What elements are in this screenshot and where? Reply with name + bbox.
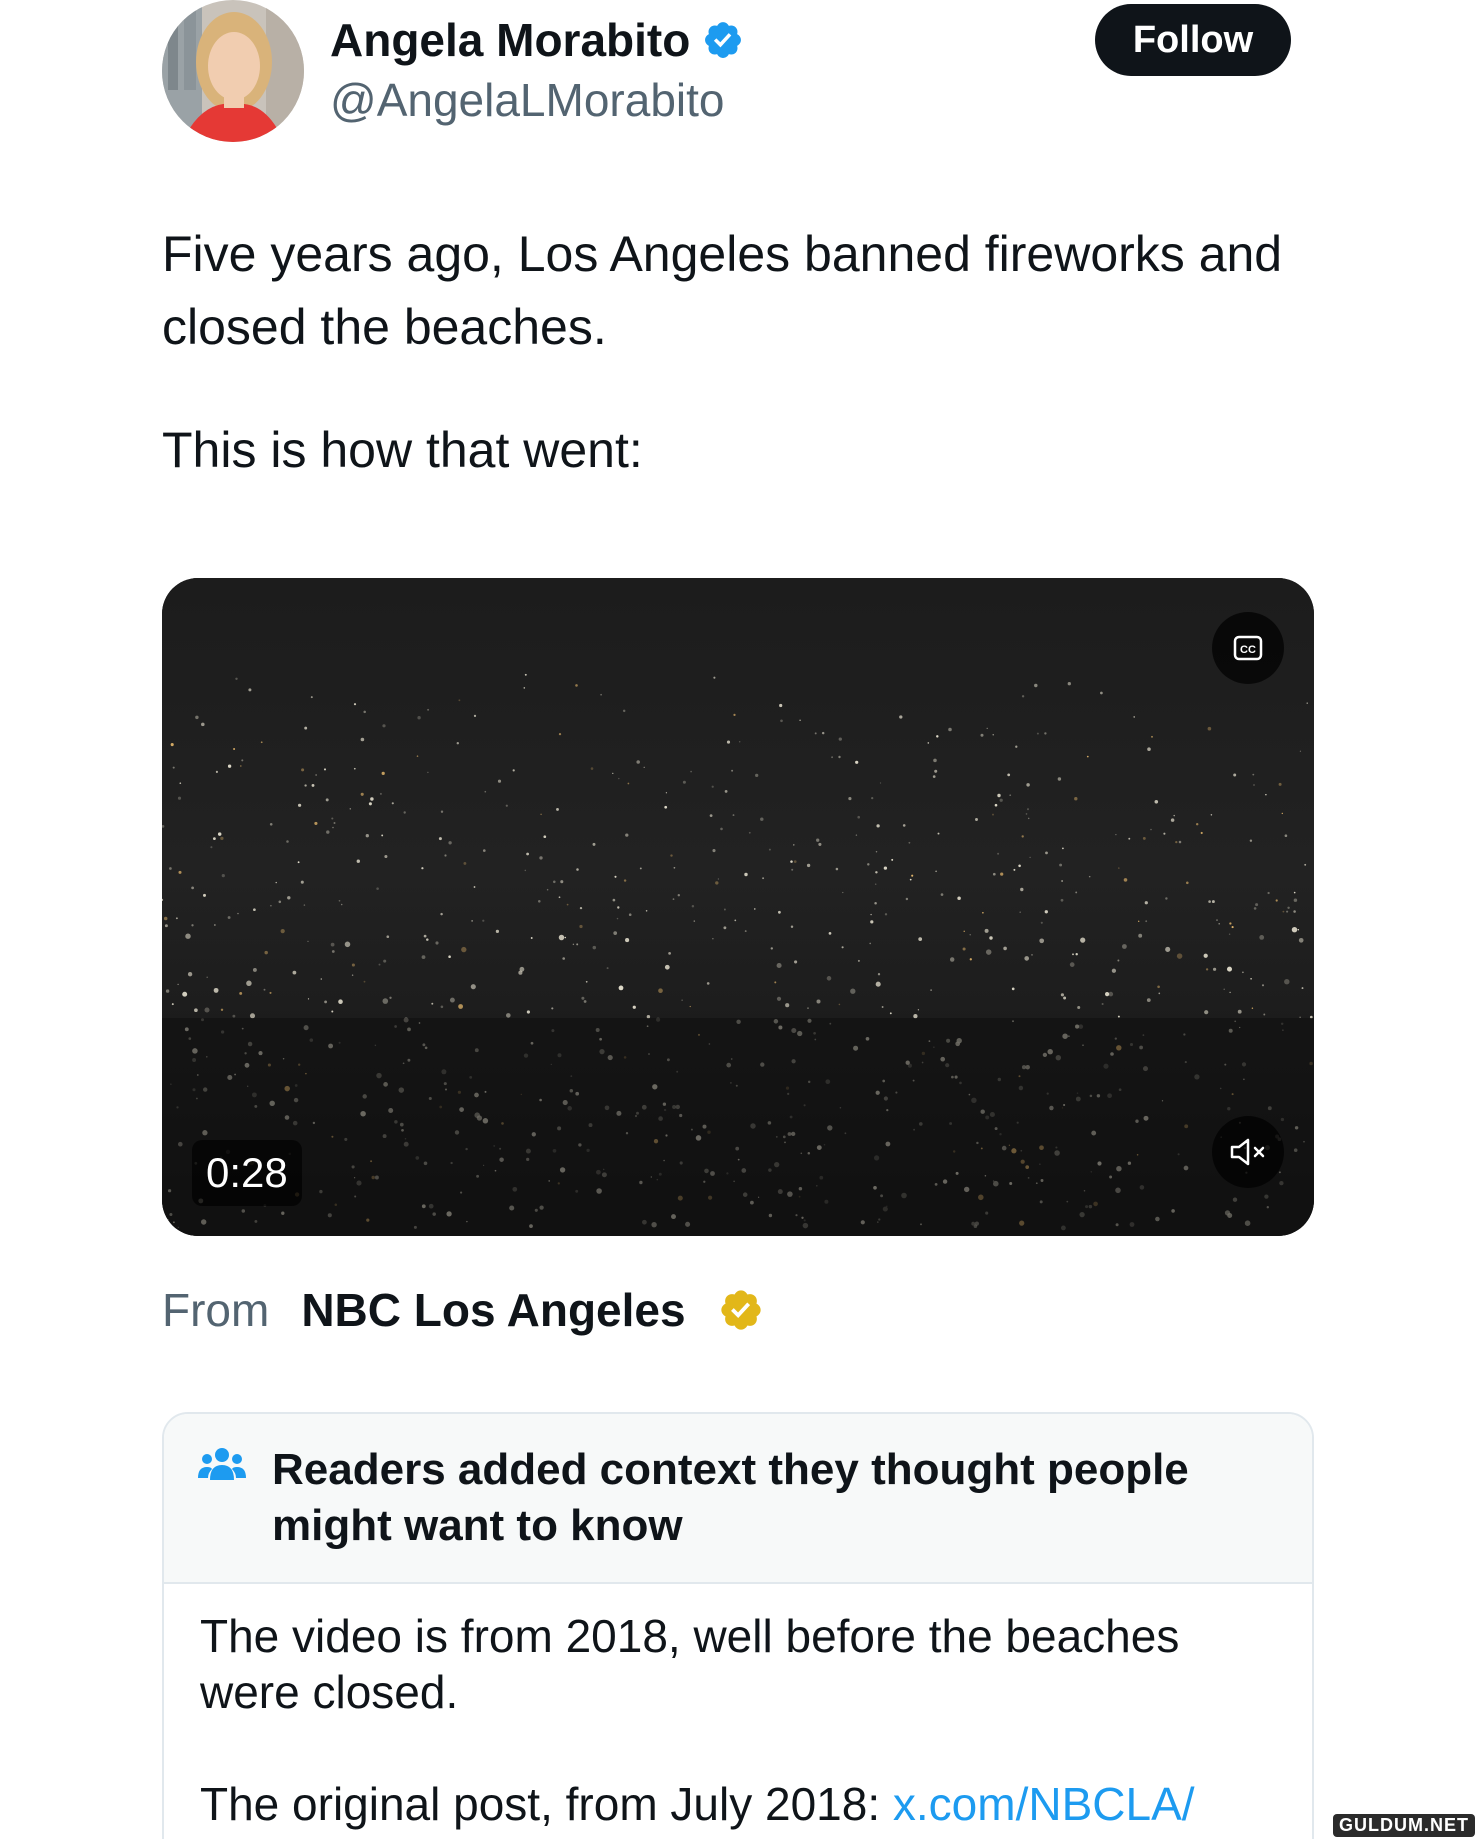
original-post-link[interactable]: x.com/NBCLA/ xyxy=(893,1778,1195,1830)
cc-icon: CC xyxy=(1233,635,1263,661)
community-note: Readers added context they thought peopl… xyxy=(162,1412,1314,1839)
muted-speaker-icon xyxy=(1230,1138,1265,1166)
from-label: From xyxy=(162,1284,270,1336)
watermark: GULDUM.NET xyxy=(1333,1814,1475,1837)
community-note-body: The video is from 2018, well before the … xyxy=(164,1584,1312,1832)
source-account-link[interactable]: NBC Los Angeles xyxy=(301,1282,685,1338)
community-note-source: The original post, from July 2018: x.com… xyxy=(200,1776,1276,1832)
verified-badge-icon[interactable] xyxy=(702,19,744,61)
community-note-title: Readers added context they thought peopl… xyxy=(272,1445,1189,1550)
captions-button[interactable]: CC xyxy=(1212,612,1284,684)
community-note-text: The video is from 2018, well before the … xyxy=(200,1610,1180,1718)
tweet-paragraph: This is how that went: xyxy=(162,422,643,478)
tweet-text: Five years ago, Los Angeles banned firew… xyxy=(162,218,1302,487)
tweet-paragraph: Five years ago, Los Angeles banned firew… xyxy=(162,226,1283,355)
people-icon xyxy=(198,1448,246,1480)
tweet-screenshot: Angela Morabito @AngelaLMorabito Follow … xyxy=(0,0,1481,1839)
community-note-header: Readers added context they thought peopl… xyxy=(164,1414,1312,1584)
avatar-image xyxy=(162,0,304,142)
video-duration: 0:28 xyxy=(192,1140,302,1206)
follow-button[interactable]: Follow xyxy=(1095,4,1291,76)
mute-button[interactable] xyxy=(1212,1116,1284,1188)
gold-verified-badge-icon[interactable] xyxy=(718,1287,764,1333)
night-city-video-frame xyxy=(162,578,1314,1236)
source-prefix: The original post, from July 2018: xyxy=(200,1778,893,1830)
avatar[interactable] xyxy=(162,0,304,142)
svg-text:CC: CC xyxy=(1240,644,1256,656)
video-source: From NBC Los Angeles xyxy=(162,1282,764,1338)
display-name-text: Angela Morabito xyxy=(330,14,691,66)
video-player[interactable]: CC 0:28 xyxy=(162,578,1314,1236)
user-handle[interactable]: @AngelaLMorabito xyxy=(330,72,724,128)
display-name[interactable]: Angela Morabito xyxy=(330,12,744,68)
